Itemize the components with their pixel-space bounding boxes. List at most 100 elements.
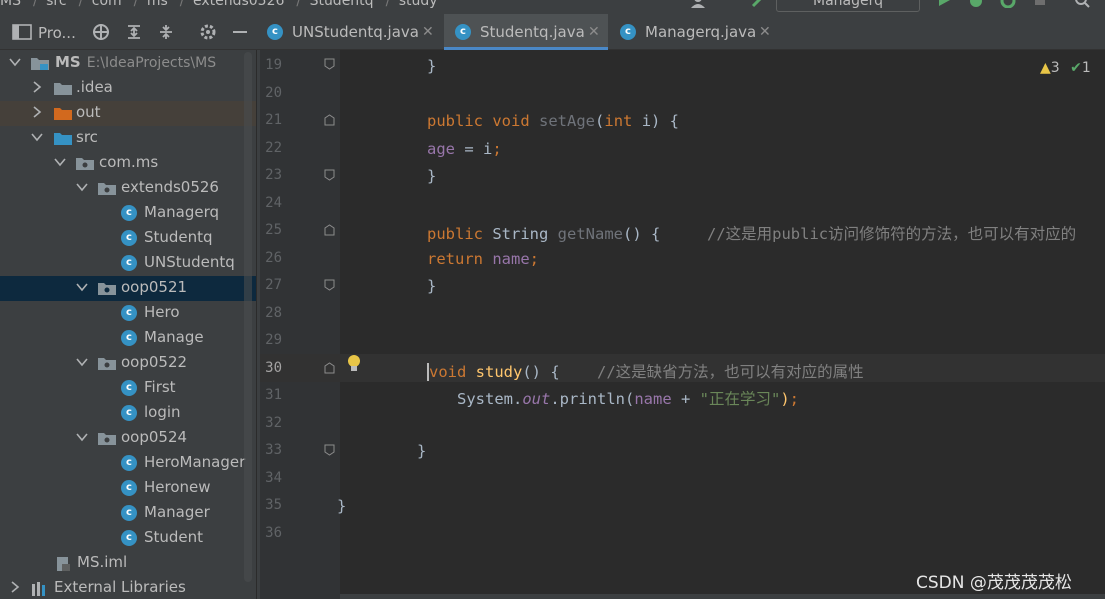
tree-node-class[interactable]: c Heronew: [0, 476, 256, 501]
breadcrumb-item[interactable]: Studentq: [310, 0, 374, 9]
lightbulb-icon[interactable]: [346, 354, 362, 374]
line-number: 19: [265, 57, 282, 73]
tree-label: UNStudentq: [144, 253, 235, 271]
tree-node-oop0521[interactable]: oop0521: [0, 276, 256, 301]
code-line-27[interactable]: }: [427, 277, 436, 295]
tree-node-class[interactable]: c UNStudentq: [0, 251, 256, 276]
tree-node-iml[interactable]: MS.iml: [0, 551, 256, 576]
collapse-all-icon[interactable]: [157, 23, 175, 41]
minimize-icon[interactable]: [231, 23, 249, 41]
code-line-33[interactable]: }: [417, 442, 426, 460]
build-hammer-icon[interactable]: [750, 0, 766, 8]
tree-node-class[interactable]: c Manager: [0, 501, 256, 526]
fold-start-icon[interactable]: [324, 224, 335, 236]
tab-label: UNStudentq.java: [292, 23, 419, 41]
tree-node-oop0522[interactable]: oop0522: [0, 351, 256, 376]
tree-node-com-ms[interactable]: com.ms: [0, 151, 256, 176]
stop-icon[interactable]: [1032, 0, 1048, 8]
class-icon: c: [121, 480, 137, 496]
tree-node-out[interactable]: out: [0, 101, 256, 126]
tree-node-ms[interactable]: MS E:\IdeaProjects\MS: [0, 51, 256, 76]
tree-node-external-libraries[interactable]: External Libraries: [0, 576, 256, 599]
class-icon: c: [121, 230, 137, 246]
code-line-22[interactable]: age = i;: [427, 140, 502, 158]
warning-count: 3: [1050, 60, 1060, 76]
project-view-select[interactable]: Pro...: [38, 24, 76, 42]
close-icon[interactable]: ✕: [588, 14, 600, 50]
tab-studentq[interactable]: c Studentq.java ✕: [444, 14, 608, 50]
gear-icon[interactable]: [199, 23, 217, 41]
breadcrumb-item[interactable]: com: [92, 0, 122, 9]
breadcrumb-item[interactable]: ms: [147, 0, 168, 9]
code-line-21[interactable]: public void setAge(int i) {: [427, 112, 679, 130]
chevron-down-icon[interactable]: [9, 56, 21, 68]
ok-count: 1: [1081, 60, 1091, 76]
search-icon[interactable]: [1074, 0, 1090, 8]
code-line-30[interactable]: void study() { //这是缺省方法，也可以有对应的属性: [427, 360, 864, 382]
fold-end-icon[interactable]: [324, 58, 335, 70]
code-line-19[interactable]: }: [427, 57, 436, 75]
locate-target-icon[interactable]: [92, 23, 110, 41]
chevron-down-icon[interactable]: [76, 356, 88, 368]
module-folder-icon: [31, 58, 49, 70]
breadcrumb: MS / src / com / ms / extends0526/ Studentq /…: [0, 0, 442, 9]
line-number: 34: [265, 470, 282, 486]
fold-end-icon[interactable]: [324, 279, 335, 291]
tree-label: Student: [144, 528, 204, 546]
code-line-25[interactable]: public String getName() { //这是用public访问修…: [427, 222, 1076, 244]
chevron-right-icon[interactable]: [9, 581, 21, 593]
tree-node-oop0524[interactable]: oop0524: [0, 426, 256, 451]
fold-end-icon[interactable]: [324, 169, 335, 181]
tree-node-class[interactable]: c Managerq: [0, 201, 256, 226]
breadcrumb-item[interactable]: src: [46, 0, 66, 9]
tree-node-class[interactable]: c First: [0, 376, 256, 401]
tree-node-class[interactable]: c Student: [0, 526, 256, 551]
tree-label: Manage: [144, 328, 204, 346]
tree-node-class[interactable]: c Hero: [0, 301, 256, 326]
watermark-text: CSDN @茂茂茂茂松: [916, 573, 1072, 593]
tree-node-class[interactable]: c Studentq: [0, 226, 256, 251]
run-icon[interactable]: [936, 0, 952, 8]
chevron-down-icon[interactable]: [76, 431, 88, 443]
tree-node-class[interactable]: c HeroManager: [0, 451, 256, 476]
debug-icon[interactable]: [968, 0, 984, 8]
tree-scrollbar[interactable]: [244, 52, 252, 582]
line-number: 36: [265, 525, 282, 541]
chevron-right-icon[interactable]: [31, 81, 43, 93]
breadcrumb-item[interactable]: extends0526: [193, 0, 284, 9]
chevron-down-icon[interactable]: [54, 156, 66, 168]
user-icon[interactable]: [690, 0, 706, 8]
code-line-26[interactable]: return name;: [427, 250, 539, 268]
editor-horizontal-scrollbar[interactable]: [340, 594, 1105, 599]
fold-start-icon[interactable]: [324, 114, 335, 126]
code-line-23[interactable]: }: [427, 167, 436, 185]
inspection-widget[interactable]: ▲3 ✔1: [1040, 60, 1091, 76]
tree-node-idea[interactable]: .idea: [0, 76, 256, 101]
close-icon[interactable]: ✕: [759, 14, 771, 50]
code-line-31[interactable]: System.out.println(name + "正在学习");: [457, 387, 799, 409]
breadcrumb-item[interactable]: MS: [0, 0, 21, 9]
run-configuration-select[interactable]: Managerq: [776, 0, 920, 12]
code-line-35[interactable]: }: [337, 497, 346, 515]
close-icon[interactable]: ✕: [422, 14, 434, 50]
chevron-down-icon[interactable]: [31, 131, 43, 143]
tree-label: External Libraries: [54, 578, 186, 596]
fold-start-icon[interactable]: [324, 362, 335, 374]
check-icon: ✔: [1070, 60, 1082, 76]
fold-end-icon[interactable]: [324, 444, 335, 456]
chevron-right-icon[interactable]: [31, 106, 43, 118]
expand-all-icon[interactable]: [125, 23, 143, 41]
tree-label: Heronew: [144, 478, 211, 496]
tree-label: src: [76, 128, 98, 146]
tree-node-class[interactable]: c Manage: [0, 326, 256, 351]
chevron-down-icon[interactable]: [76, 181, 88, 193]
tree-node-extends0526[interactable]: extends0526: [0, 176, 256, 201]
tab-unstudentq[interactable]: c UNStudentq.java ✕: [256, 14, 442, 50]
chevron-down-icon[interactable]: [76, 281, 88, 293]
tree-node-src[interactable]: src: [0, 126, 256, 151]
breadcrumb-item[interactable]: study: [399, 0, 438, 9]
source-folder-icon: [54, 133, 72, 145]
coverage-icon[interactable]: [1000, 0, 1016, 8]
tree-node-class[interactable]: c login: [0, 401, 256, 426]
tab-managerq[interactable]: c Managerq.java ✕: [609, 14, 779, 50]
